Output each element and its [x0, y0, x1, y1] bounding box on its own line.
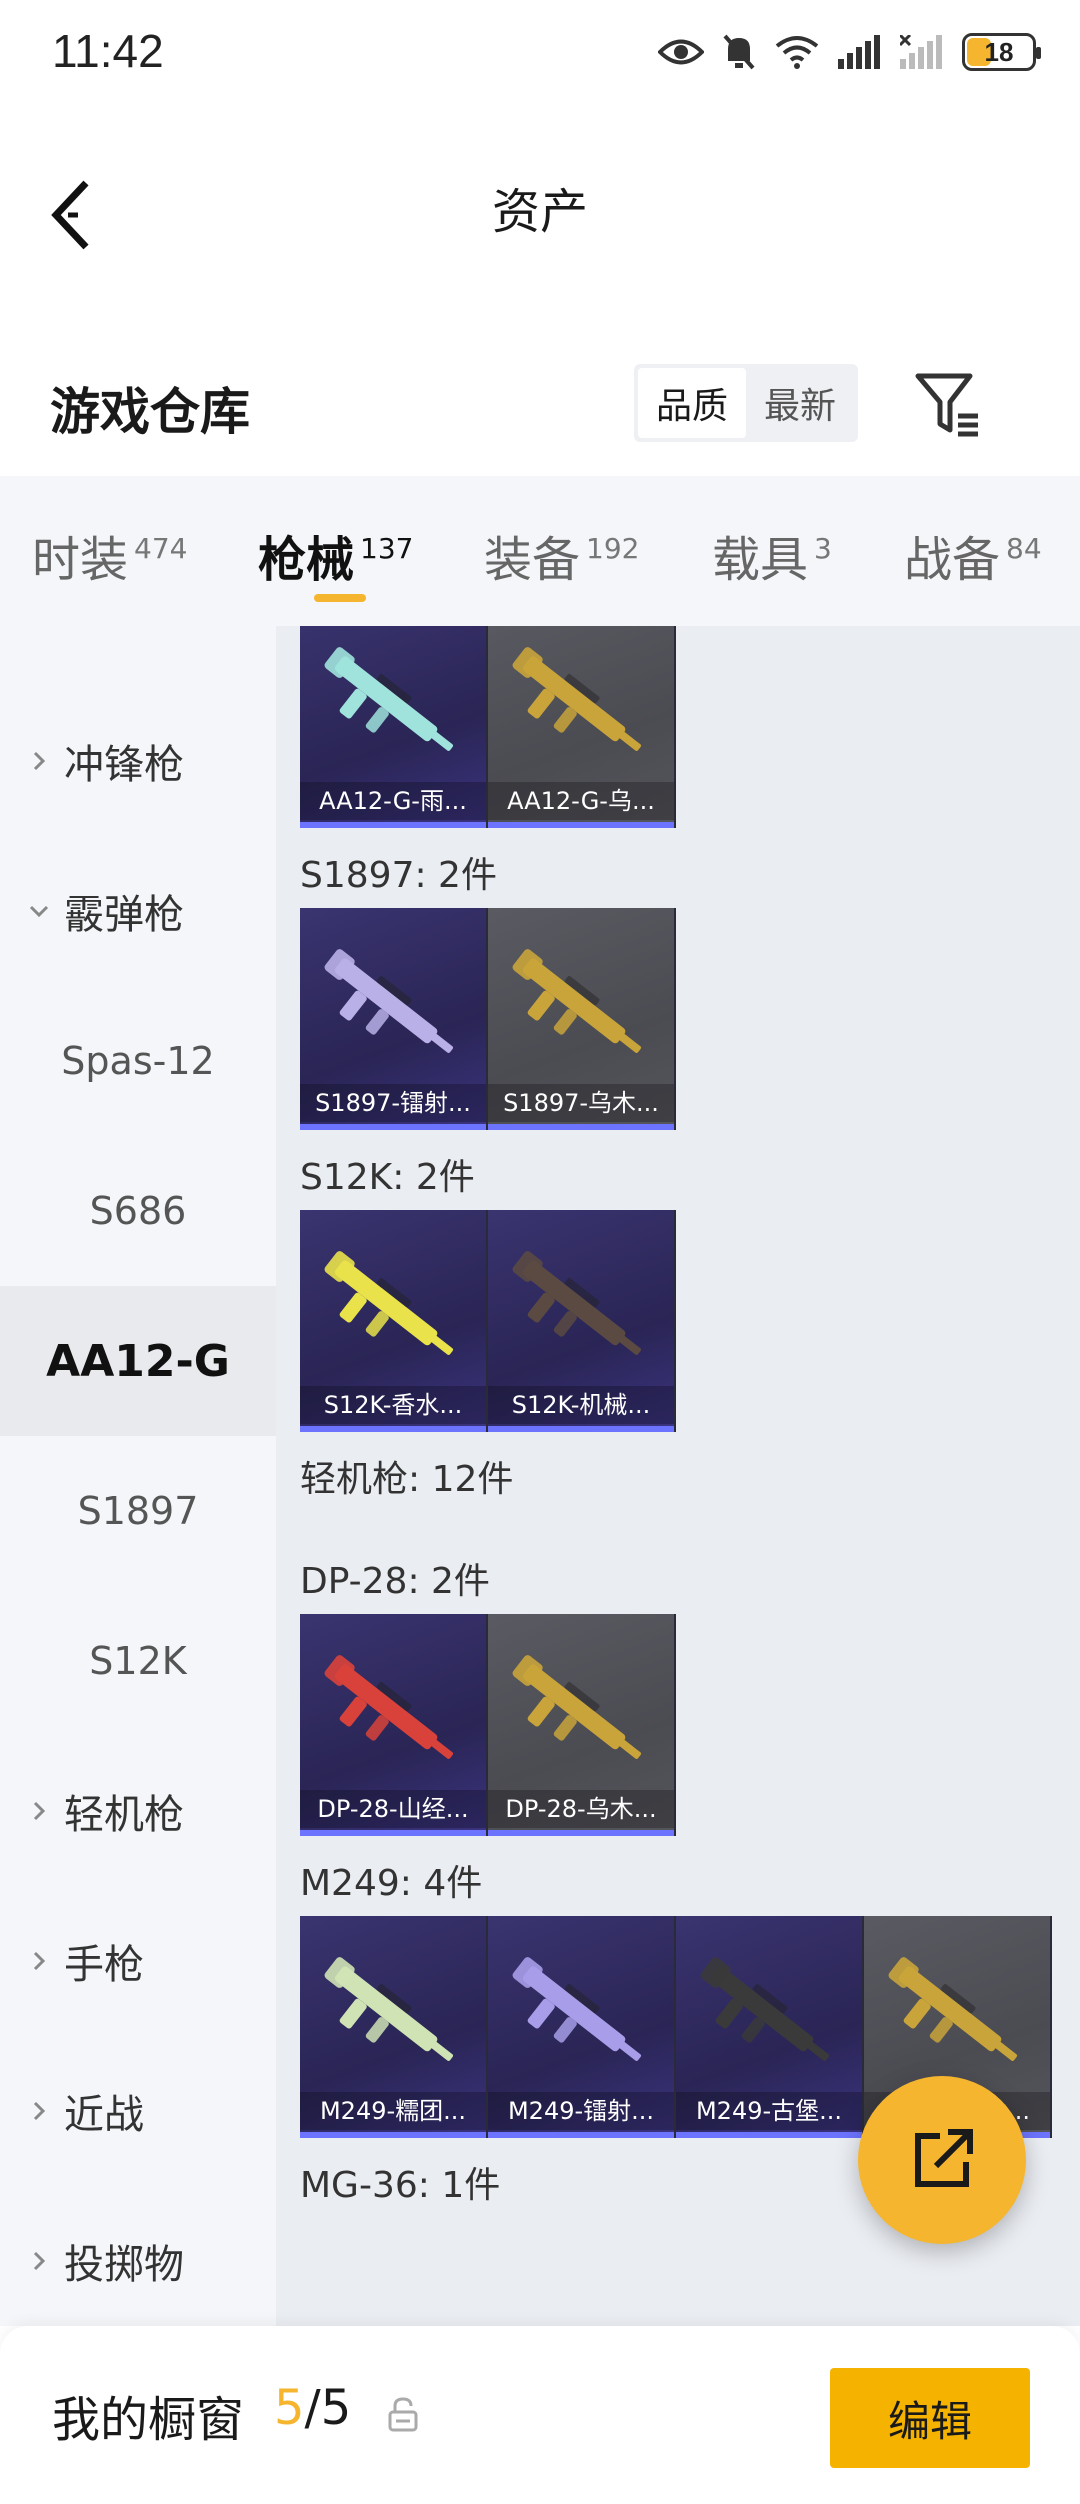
sidebar-item-s686[interactable]: S686 [0, 1136, 276, 1286]
item-grid: S1897-镭射... S1897-乌木... [300, 908, 676, 1130]
weapon-image [690, 1940, 850, 2090]
item-card[interactable]: S12K-香水... [300, 1210, 488, 1432]
item-card[interactable]: M249-镭射... [488, 1916, 676, 2138]
battery-level: 18 [984, 36, 1014, 67]
signal-icon [838, 35, 880, 69]
group-label: M249: 4件 [300, 1863, 483, 1904]
group-label: DP-28: 2件 [300, 1561, 490, 1602]
item-card[interactable]: S1897-镭射... [300, 908, 488, 1130]
chevron-right-icon [33, 751, 46, 771]
sort-latest-button[interactable]: 最新 [746, 368, 854, 438]
section-title: 游戏仓库 [50, 383, 250, 441]
mute-bell-icon [723, 34, 755, 70]
item-card[interactable]: DP-28-山经... [300, 1614, 488, 1836]
chevron-right-icon [33, 1801, 46, 1821]
weapon-image [502, 1940, 662, 2090]
status-time: 11:42 [52, 25, 164, 77]
group-label: S12K: 2件 [300, 1157, 475, 1198]
battery-icon: 18 [962, 33, 1041, 71]
sort-toggle: 品质 最新 [634, 364, 858, 442]
sort-quality-button[interactable]: 品质 [638, 368, 746, 438]
item-card[interactable]: DP-28-乌木... [488, 1614, 676, 1836]
weapon-image [878, 1940, 1038, 2090]
item-name: DP-28-山经... [300, 1790, 486, 1828]
status-icons: 18 [658, 28, 1041, 76]
item-grid: DP-28-山经... DP-28-乌木... [300, 1614, 676, 1836]
status-bar: 11:42 18 [0, 0, 1080, 110]
weapon-image [314, 630, 474, 780]
weapon-image [314, 1234, 474, 1384]
sidebar-item-s12k[interactable]: S12K [0, 1586, 276, 1736]
page-title: 资产 [491, 184, 588, 240]
item-name: S12K-香水... [300, 1386, 486, 1424]
item-card[interactable]: AA12-G-乌... [488, 626, 676, 828]
eye-icon [658, 39, 704, 65]
category-tabs: 时装 474 枪械 137 装备 192 载具 3 战备 84 [0, 476, 1080, 626]
tab-guns[interactable]: 枪械 137 [258, 520, 413, 590]
sidebar-item-pistol[interactable]: 手枪 [0, 1886, 276, 2036]
weapon-image [502, 1234, 662, 1384]
share-icon [915, 2129, 973, 2187]
item-card[interactable]: M249-糯团... [300, 1916, 488, 2138]
item-card[interactable]: S1897-乌木... [488, 908, 676, 1130]
sidebar-item-melee[interactable]: 近战 [0, 2036, 276, 2186]
group-label: S1897: 2件 [300, 855, 497, 896]
tab-fashion[interactable]: 时装 474 [32, 520, 187, 590]
tab-indicator [314, 594, 366, 602]
sidebar-item-lmg[interactable]: 轻机枪 [0, 1736, 276, 1886]
item-name: S12K-机械... [488, 1386, 674, 1424]
showcase-label: 我的橱窗 [52, 2392, 245, 2448]
item-name: AA12-G-乌... [488, 782, 674, 820]
item-name: DP-28-乌木... [488, 1790, 674, 1828]
wifi-icon [775, 36, 819, 69]
weapon-image [314, 932, 474, 1082]
item-name: M249-糯团... [300, 2092, 486, 2130]
category-sidebar: 冲锋枪 霰弹枪 Spas-12 S686 AA12-G S1897 S12K 轻… [0, 626, 276, 2326]
sidebar-item-throwable[interactable]: 投掷物 [0, 2186, 276, 2336]
edit-button[interactable]: 编辑 [830, 2368, 1030, 2468]
chevron-right-icon [33, 2251, 46, 2271]
tab-supplies[interactable]: 战备 84 [904, 520, 1042, 590]
signal-2-icon [900, 35, 942, 69]
weapon-image [502, 630, 662, 780]
item-card[interactable]: M249-古堡... [676, 1916, 864, 2138]
weapon-image [314, 1638, 474, 1788]
lock-icon [388, 2397, 418, 2432]
group-label: MG-36: 1件 [300, 2165, 501, 2206]
item-name: S1897-乌木... [488, 1084, 674, 1122]
filter-button[interactable] [912, 368, 984, 440]
sidebar-item-aa12g[interactable]: AA12-G [0, 1286, 276, 1436]
sidebar-item-shotgun[interactable]: 霰弹枪 [0, 836, 276, 986]
share-button[interactable] [858, 2076, 1026, 2244]
chevron-right-icon [33, 1951, 46, 1971]
chevron-right-icon [33, 2101, 46, 2121]
item-card[interactable]: AA12-G-雨... [300, 626, 488, 828]
chevron-down-icon [29, 905, 49, 918]
weapon-image [502, 1638, 662, 1788]
item-name: M249-古堡... [676, 2092, 862, 2130]
item-name: M249-镭射... [488, 2092, 674, 2130]
item-list: AA12-G-雨... AA12-G-乌... S1897: 2件 S1897-镭射.… [276, 626, 1080, 2326]
item-name: S1897-镭射... [300, 1084, 486, 1122]
showcase-bar: 我的橱窗 5/5 编辑 [0, 2326, 1080, 2504]
sidebar-item-s1897[interactable]: S1897 [0, 1436, 276, 1586]
item-grid: AA12-G-雨... AA12-G-乌... [300, 626, 676, 828]
item-grid: S12K-香水... S12K-机械... [300, 1210, 676, 1432]
showcase-count: 5/5 [274, 2380, 352, 2436]
filter-icon [915, 373, 978, 437]
item-card[interactable]: S12K-机械... [488, 1210, 676, 1432]
weapon-image [314, 1940, 474, 2090]
nav-bar: 资产 [0, 110, 1080, 300]
tab-vehicles[interactable]: 载具 3 [712, 520, 832, 590]
sidebar-item-smg[interactable]: 冲锋枪 [0, 686, 276, 836]
item-name: AA12-G-雨... [300, 782, 486, 820]
sidebar-item-spas12[interactable]: Spas-12 [0, 986, 276, 1136]
weapon-image [502, 932, 662, 1082]
group-label: 轻机枪: 12件 [300, 1459, 514, 1500]
tab-equipment[interactable]: 装备 192 [484, 520, 639, 590]
